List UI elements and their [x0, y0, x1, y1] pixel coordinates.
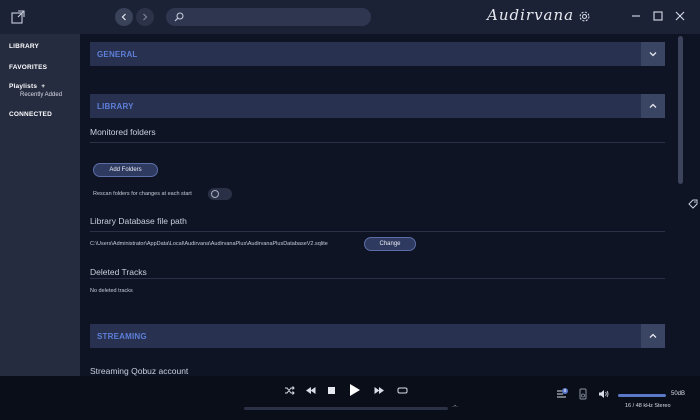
section-general[interactable]: GENERAL	[90, 42, 665, 66]
chevron-down-icon	[649, 52, 657, 57]
close-icon[interactable]	[674, 10, 686, 22]
section-library[interactable]: LIBRARY	[90, 94, 665, 118]
add-folders-button[interactable]: Add Folders	[93, 163, 158, 177]
add-playlist-button[interactable]: +	[41, 83, 45, 90]
progress-end-marker: -•-	[452, 404, 459, 410]
deleted-tracks-heading: Deleted Tracks	[90, 267, 147, 277]
sidebar-item-favorites[interactable]: FAVORITES	[9, 64, 47, 71]
scrollbar[interactable]	[678, 36, 683, 184]
search-icon	[174, 12, 184, 22]
collapse-button[interactable]	[641, 324, 665, 348]
title-bar: Audirvana	[0, 0, 700, 34]
sidebar-item-library[interactable]: LIBRARY	[9, 43, 39, 50]
expand-button[interactable]	[641, 42, 665, 66]
volume-slider[interactable]	[618, 394, 666, 397]
sidebar-item-connected[interactable]: CONNECTED	[9, 111, 52, 118]
volume-icon[interactable]	[598, 389, 609, 399]
maximize-icon[interactable]	[652, 10, 664, 22]
repeat-icon[interactable]	[397, 385, 408, 396]
no-deleted-tracks: No deleted tracks	[90, 288, 133, 294]
chevron-up-icon	[649, 333, 657, 338]
gear-icon[interactable]	[578, 10, 591, 23]
settings-panel: GENERAL LIBRARY Monitored folders Add Fo…	[80, 34, 684, 376]
player-bar: -•- 0 50dB 16 / 48 kHz Stereo	[0, 376, 700, 420]
section-streaming[interactable]: STREAMING	[90, 324, 665, 348]
queue-count-badge: 0	[562, 388, 568, 394]
sidebar: LIBRARY FAVORITES Playlists + Recently Ad…	[0, 34, 80, 376]
forward-button[interactable]	[136, 8, 154, 26]
monitored-folders-heading: Monitored folders	[90, 127, 156, 137]
new-window-icon[interactable]	[11, 10, 25, 24]
db-path-value: C:\Users\Administrator\AppData\Local\Aud…	[90, 241, 328, 247]
section-title: LIBRARY	[97, 102, 134, 111]
back-icon	[121, 13, 126, 21]
chevron-up-icon	[649, 103, 657, 108]
stop-icon[interactable]	[327, 386, 336, 395]
play-icon[interactable]	[348, 383, 361, 397]
sidebar-item-playlists[interactable]: Playlists +	[9, 83, 45, 90]
change-button[interactable]: Change	[364, 237, 416, 251]
sidebar-item-recently-added[interactable]: Recently Added	[20, 92, 62, 98]
audio-format: 16 / 48 kHz Stereo	[625, 403, 671, 409]
section-title: GENERAL	[97, 50, 138, 59]
tag-icon[interactable]	[688, 199, 698, 209]
volume-value: 50dB	[671, 391, 686, 397]
sidebar-item-label: Playlists	[9, 83, 38, 90]
toggle-knob	[211, 190, 219, 198]
divider	[90, 142, 665, 143]
db-path-heading: Library Database file path	[90, 216, 187, 226]
divider	[90, 278, 665, 279]
rescan-label: Rescan folders for changes at each start	[93, 191, 192, 197]
playback-progress[interactable]	[244, 407, 448, 410]
device-icon[interactable]	[579, 388, 587, 400]
forward-icon	[143, 13, 148, 21]
collapse-button[interactable]	[641, 94, 665, 118]
qobuz-account-heading: Streaming Qobuz account	[90, 366, 189, 376]
rescan-toggle[interactable]	[208, 188, 232, 200]
section-title: STREAMING	[97, 332, 147, 341]
search-input[interactable]	[166, 8, 371, 26]
previous-icon[interactable]	[305, 385, 316, 396]
next-icon[interactable]	[374, 385, 385, 396]
app-logo: Audirvana	[487, 6, 575, 24]
minimize-icon[interactable]	[630, 10, 642, 22]
shuffle-icon[interactable]	[284, 385, 295, 396]
back-button[interactable]	[115, 8, 133, 26]
divider	[90, 231, 665, 232]
